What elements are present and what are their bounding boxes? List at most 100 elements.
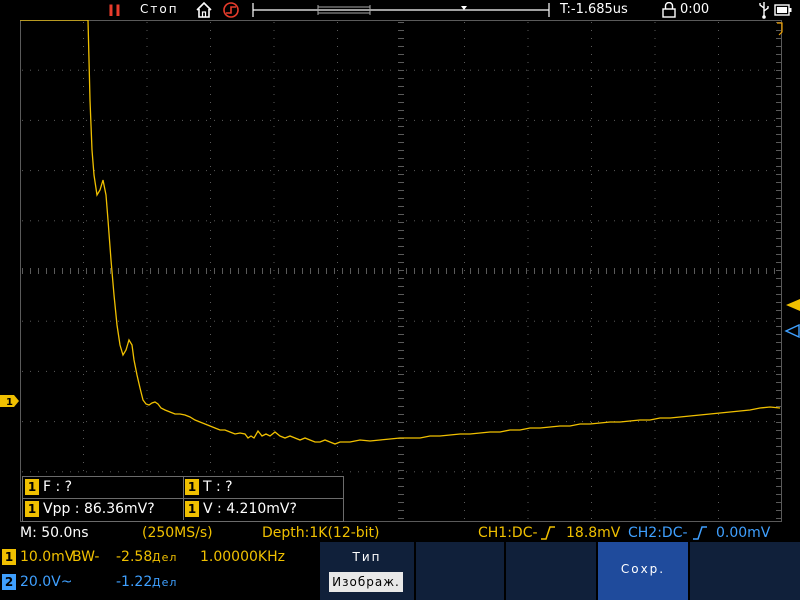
- grid-dot: [146, 382, 148, 383]
- grid-dot: [150, 170, 151, 172]
- grid-dot: [174, 220, 175, 222]
- edge-tick: [776, 142, 781, 143]
- grid-dot: [678, 421, 679, 423]
- grid-dot: [590, 119, 591, 121]
- grid-dot: [350, 170, 351, 172]
- grid-dot: [150, 370, 151, 372]
- grid-dot: [342, 320, 343, 322]
- ch2-coupling-readout: CH2:DC-: [628, 525, 688, 541]
- grid-dot: [430, 421, 431, 423]
- grid-dot: [550, 220, 551, 222]
- grid-dot: [646, 421, 647, 423]
- grid-dot: [464, 382, 465, 383]
- grid-dot: [591, 350, 592, 351]
- grid-dot: [654, 254, 656, 255]
- grid-dot: [470, 370, 471, 372]
- ch1-badge[interactable]: 1: [2, 549, 16, 565]
- grid-dot: [110, 421, 111, 423]
- grid-dot: [654, 486, 656, 487]
- grid-dot: [146, 462, 148, 463]
- grid-dot: [146, 286, 148, 287]
- grid-dot: [358, 69, 359, 71]
- menu-type-value[interactable]: Изображ.: [329, 572, 403, 592]
- grid-dot: [502, 471, 503, 473]
- grid-dot: [146, 398, 148, 399]
- grid-dot: [678, 220, 679, 222]
- grid-dot: [734, 220, 735, 222]
- grid-dot: [686, 370, 687, 372]
- grid-dot: [550, 320, 551, 322]
- center-axis-tick: [390, 268, 391, 274]
- trigger-icon[interactable]: [220, 0, 242, 20]
- run-status-label[interactable]: Стоп: [140, 2, 179, 16]
- grid-dot: [337, 38, 338, 39]
- grid-dot: [558, 220, 559, 222]
- trigger-level-marker[interactable]: [784, 298, 800, 312]
- grid-dot: [726, 471, 727, 473]
- grid-dot: [273, 86, 275, 87]
- ch2-trigger-level-marker[interactable]: [784, 324, 800, 338]
- grid-dot: [590, 69, 591, 71]
- center-axis-tick: [398, 510, 404, 511]
- grid-dot: [210, 422, 211, 423]
- menu-type-cell[interactable]: Тип Изображ.: [320, 542, 414, 600]
- grid-dot: [654, 166, 656, 167]
- grid-dot: [638, 220, 639, 222]
- grid-dot: [591, 86, 592, 87]
- grid-dot: [718, 398, 719, 399]
- ch2-badge[interactable]: 2: [2, 574, 16, 590]
- ch1-ground-marker[interactable]: 1: [0, 394, 20, 408]
- grid-dot: [742, 421, 743, 423]
- edge-tick: [776, 446, 781, 447]
- save-button[interactable]: Сохр.: [598, 542, 688, 600]
- grid-dot: [273, 206, 275, 207]
- grid-dot: [527, 342, 529, 343]
- grid-dot: [382, 471, 383, 473]
- center-axis-tick: [542, 268, 543, 274]
- grid-dot: [146, 438, 148, 439]
- grid-dot: [210, 246, 211, 247]
- grid-dot: [238, 170, 239, 172]
- grid-dot: [654, 94, 656, 95]
- timebase-readout[interactable]: M: 50.0ns: [20, 525, 89, 541]
- grid-dot: [654, 62, 656, 63]
- center-axis-tick: [326, 268, 327, 274]
- grid-dot: [686, 421, 687, 423]
- grid-dot: [374, 170, 375, 172]
- grid-dot: [718, 278, 719, 279]
- grid-dot: [337, 70, 338, 71]
- grid-dot: [337, 22, 338, 23]
- grid-dot: [718, 430, 719, 431]
- edge-tick: [776, 182, 781, 183]
- home-icon[interactable]: [194, 0, 214, 20]
- grid-dot: [366, 320, 367, 322]
- center-axis-tick: [22, 268, 23, 274]
- grid-dot: [398, 320, 399, 322]
- grid-dot: [470, 220, 471, 222]
- measure-period: 1T : ?: [183, 477, 343, 499]
- grid-dot: [83, 110, 84, 111]
- grid-dot: [337, 438, 338, 439]
- grid-dot: [591, 110, 592, 111]
- pause-icon[interactable]: II: [108, 1, 122, 20]
- grid-dot: [22, 119, 23, 121]
- edge-tick: [776, 350, 781, 351]
- menu-softkey-blank[interactable]: [690, 542, 800, 600]
- grid-dot: [174, 69, 175, 71]
- menu-softkey-blank[interactable]: [506, 542, 596, 600]
- grid-dot: [210, 222, 211, 223]
- grid-dot: [526, 370, 527, 372]
- grid-dot: [527, 150, 529, 151]
- grid-dot: [718, 246, 719, 247]
- memory-position-bar[interactable]: [252, 2, 550, 18]
- menu-softkey-blank[interactable]: [416, 542, 504, 600]
- grid-dot: [337, 174, 338, 175]
- center-axis-tick: [582, 268, 583, 274]
- grid-dot: [718, 230, 719, 231]
- waveform-display[interactable]: [20, 20, 782, 522]
- grid-dot: [527, 30, 529, 31]
- grid-dot: [102, 370, 103, 372]
- grid-dot: [390, 170, 391, 172]
- grid-dot: [83, 70, 84, 71]
- grid-dot: [262, 471, 263, 473]
